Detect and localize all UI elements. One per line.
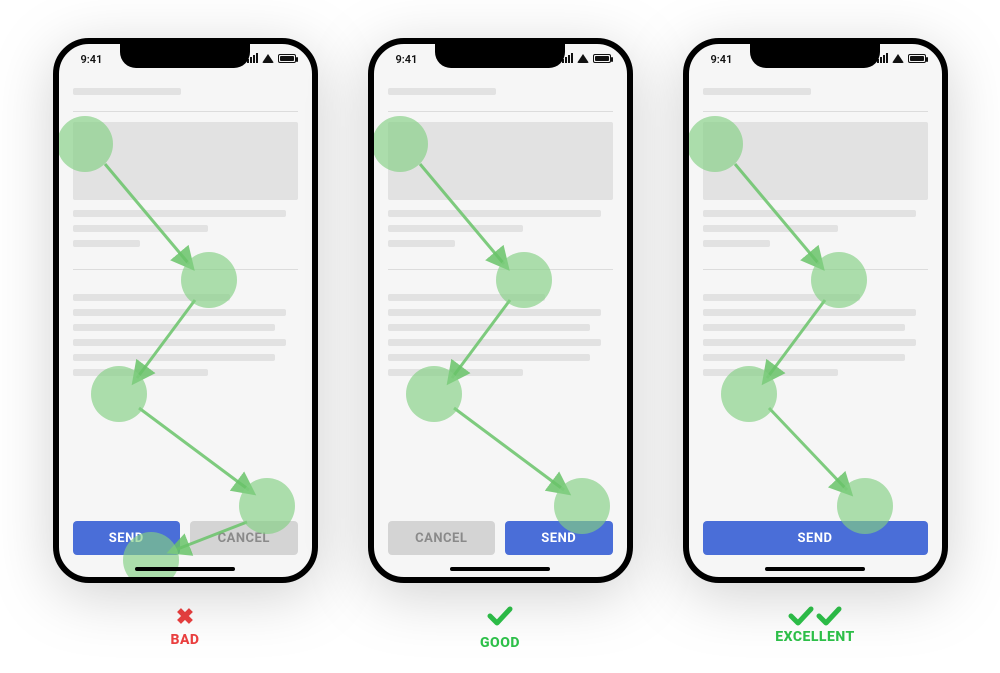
placeholder-line bbox=[388, 294, 546, 301]
diagram-canvas: 9:41 bbox=[0, 0, 1000, 673]
check-icon bbox=[487, 605, 513, 633]
status-icons bbox=[247, 53, 296, 63]
phone-frame: 9:41 bbox=[683, 38, 948, 583]
send-button[interactable]: SEND bbox=[505, 521, 613, 555]
battery-icon bbox=[278, 54, 296, 63]
verdict: GOOD bbox=[480, 605, 520, 651]
placeholder-line bbox=[388, 339, 602, 346]
placeholder-line bbox=[73, 240, 141, 247]
screen-content bbox=[59, 44, 312, 577]
verdict-label: BAD bbox=[170, 632, 199, 648]
check-icon bbox=[788, 605, 814, 627]
home-indicator bbox=[450, 567, 550, 571]
placeholder-line bbox=[73, 339, 287, 346]
home-indicator bbox=[135, 567, 235, 571]
divider bbox=[73, 269, 298, 270]
placeholder-line bbox=[703, 210, 917, 217]
divider bbox=[388, 111, 613, 112]
placeholder-line bbox=[388, 324, 591, 331]
phone-frame: 9:41 bbox=[368, 38, 633, 583]
send-button[interactable]: SEND bbox=[73, 521, 181, 555]
button-row: SEND bbox=[703, 521, 928, 555]
variant-excellent: 9:41 bbox=[683, 38, 948, 673]
placeholder-line bbox=[73, 210, 287, 217]
placeholder-line bbox=[73, 294, 231, 301]
placeholder-line bbox=[703, 294, 861, 301]
variant-bad: 9:41 bbox=[53, 38, 318, 673]
cross-icon: ✖ bbox=[176, 605, 194, 630]
screen-content bbox=[374, 44, 627, 577]
placeholder-line bbox=[388, 210, 602, 217]
status-icons bbox=[877, 53, 926, 63]
placeholder-title bbox=[703, 88, 811, 95]
battery-icon bbox=[908, 54, 926, 63]
variant-good: 9:41 bbox=[368, 38, 633, 673]
home-indicator bbox=[765, 567, 865, 571]
button-row: CANCEL SEND bbox=[388, 521, 613, 555]
placeholder-line bbox=[388, 354, 591, 361]
placeholder-line bbox=[703, 369, 838, 376]
verdict: ✖ BAD bbox=[170, 605, 199, 648]
verdict-label: EXCELLENT bbox=[775, 629, 855, 645]
placeholder-line bbox=[73, 309, 287, 316]
verdict-label: GOOD bbox=[480, 635, 520, 651]
divider bbox=[73, 111, 298, 112]
check-icons bbox=[788, 605, 842, 627]
cancel-button[interactable]: CANCEL bbox=[388, 521, 496, 555]
phone-notch bbox=[435, 44, 565, 68]
placeholder-line bbox=[73, 324, 276, 331]
phone-notch bbox=[750, 44, 880, 68]
status-icons bbox=[562, 53, 611, 63]
divider bbox=[703, 111, 928, 112]
placeholder-line bbox=[388, 225, 523, 232]
placeholder-line bbox=[73, 369, 208, 376]
placeholder-line bbox=[388, 240, 456, 247]
wifi-icon bbox=[892, 54, 904, 63]
placeholder-line bbox=[73, 225, 208, 232]
verdict: EXCELLENT bbox=[775, 605, 855, 645]
placeholder-line bbox=[703, 225, 838, 232]
placeholder-title bbox=[73, 88, 181, 95]
cancel-button[interactable]: CANCEL bbox=[190, 521, 298, 555]
screen-content bbox=[689, 44, 942, 577]
placeholder-line bbox=[388, 369, 523, 376]
status-time: 9:41 bbox=[81, 53, 103, 66]
divider bbox=[703, 269, 928, 270]
placeholder-line bbox=[703, 309, 917, 316]
placeholder-image bbox=[73, 122, 298, 200]
placeholder-image bbox=[388, 122, 613, 200]
status-time: 9:41 bbox=[396, 53, 418, 66]
button-row: SEND CANCEL bbox=[73, 521, 298, 555]
wifi-icon bbox=[262, 54, 274, 63]
battery-icon bbox=[593, 54, 611, 63]
placeholder-line bbox=[703, 240, 771, 247]
placeholder-image bbox=[703, 122, 928, 200]
placeholder-title bbox=[388, 88, 496, 95]
send-button[interactable]: SEND bbox=[703, 521, 928, 555]
placeholder-line bbox=[388, 309, 602, 316]
placeholder-line bbox=[703, 339, 917, 346]
placeholder-line bbox=[73, 354, 276, 361]
phone-frame: 9:41 bbox=[53, 38, 318, 583]
check-icon bbox=[816, 605, 842, 627]
divider bbox=[388, 269, 613, 270]
placeholder-line bbox=[703, 324, 906, 331]
placeholder-line bbox=[703, 354, 906, 361]
wifi-icon bbox=[577, 54, 589, 63]
status-time: 9:41 bbox=[711, 53, 733, 66]
phone-notch bbox=[120, 44, 250, 68]
